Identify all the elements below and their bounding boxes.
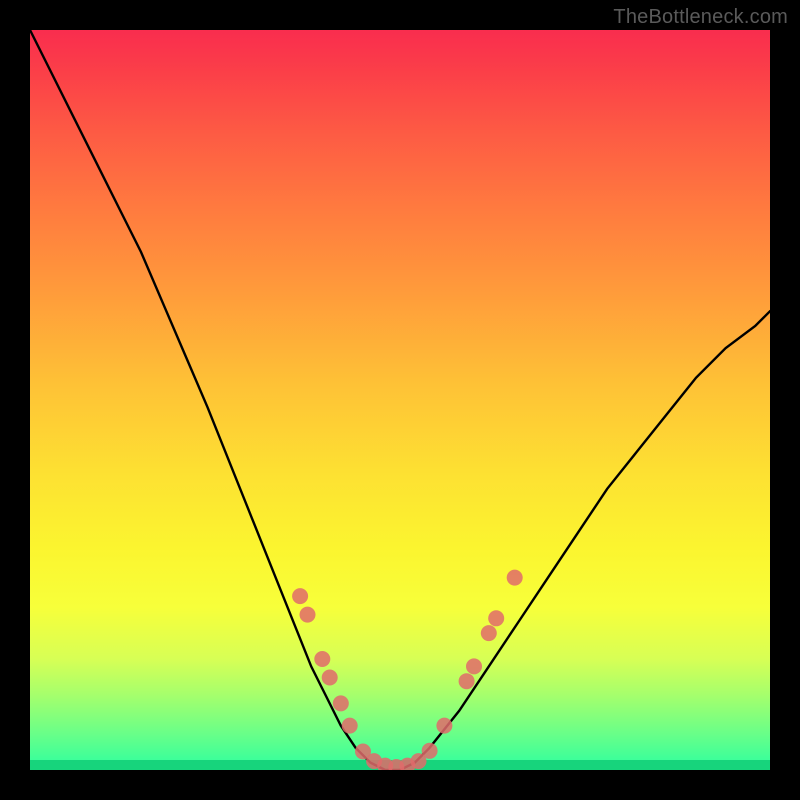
bottleneck-curve (30, 30, 770, 770)
marker-dot (342, 718, 358, 734)
watermark-text: TheBottleneck.com (613, 6, 788, 29)
marker-dot (466, 658, 482, 674)
marker-dot (300, 607, 316, 623)
marker-dot (314, 651, 330, 667)
marker-dot (488, 610, 504, 626)
marker-group (292, 570, 523, 770)
marker-dot (481, 625, 497, 641)
marker-dot (292, 588, 308, 604)
plot-area (30, 30, 770, 770)
chart-frame: TheBottleneck.com (0, 0, 800, 800)
marker-dot (333, 695, 349, 711)
marker-dot (322, 670, 338, 686)
marker-dot (459, 673, 475, 689)
chart-svg (30, 30, 770, 770)
marker-dot (436, 718, 452, 734)
marker-dot (507, 570, 523, 586)
marker-dot (422, 743, 438, 759)
